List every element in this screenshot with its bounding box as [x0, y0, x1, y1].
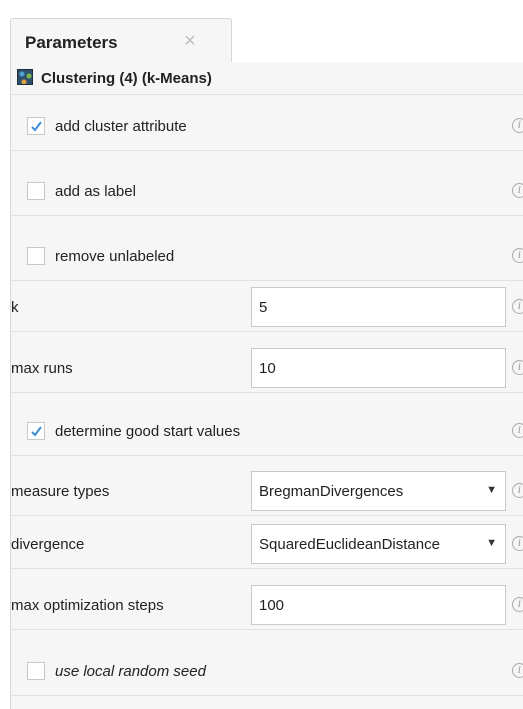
- operator-title: Clustering (4) (k-Means): [41, 70, 212, 87]
- info-icon[interactable]: i: [512, 183, 523, 199]
- add-cluster-attribute-label: add cluster attribute: [55, 118, 187, 135]
- info-icon[interactable]: i: [512, 360, 523, 376]
- chevron-down-icon: ▼: [486, 537, 497, 549]
- k-input[interactable]: 5: [251, 287, 506, 327]
- max-runs-label: max runs: [11, 360, 73, 377]
- info-icon[interactable]: i: [512, 248, 523, 264]
- param-row-add-cluster-attribute: add cluster attribute i: [11, 103, 523, 151]
- measure-types-select[interactable]: BregmanDivergences ▼: [251, 471, 506, 511]
- param-row-determine-good-start-values: determine good start values i: [11, 408, 523, 456]
- info-icon[interactable]: i: [512, 663, 523, 679]
- info-icon[interactable]: i: [512, 423, 523, 439]
- remove-unlabeled-label: remove unlabeled: [55, 248, 175, 265]
- info-icon[interactable]: i: [512, 597, 523, 613]
- param-row-use-local-random-seed: use local random seed i: [11, 648, 523, 696]
- determine-good-start-values-label: determine good start values: [55, 423, 241, 440]
- param-row-remove-unlabeled: remove unlabeled i: [11, 233, 523, 281]
- use-local-random-seed-checkbox[interactable]: [27, 662, 45, 680]
- divergence-label: divergence: [11, 536, 85, 553]
- param-row-k: k 5 i: [11, 284, 523, 332]
- checkmark-icon: [30, 120, 42, 132]
- param-row-divergence: divergence SquaredEuclideanDistance ▼ i: [11, 521, 523, 569]
- operator-header: Clustering (4) (k-Means): [11, 62, 523, 95]
- add-as-label-checkbox[interactable]: [27, 182, 45, 200]
- checkmark-icon: [30, 425, 42, 437]
- chevron-down-icon: ▼: [486, 484, 497, 496]
- clustering-operator-icon: [17, 69, 33, 85]
- use-local-random-seed-label: use local random seed: [55, 663, 206, 680]
- measure-types-label: measure types: [11, 483, 110, 500]
- max-optimization-steps-label: max optimization steps: [11, 597, 164, 614]
- param-row-max-runs: max runs 10 i: [11, 345, 523, 393]
- divergence-value: SquaredEuclideanDistance: [259, 536, 440, 553]
- max-runs-input[interactable]: 10: [251, 348, 506, 388]
- info-icon[interactable]: i: [512, 483, 523, 499]
- add-as-label-label: add as label: [55, 183, 136, 200]
- param-row-add-as-label: add as label i: [11, 168, 523, 216]
- tab-title: Parameters: [25, 33, 118, 52]
- param-row-max-optimization-steps: max optimization steps 100 i: [11, 582, 523, 630]
- parameters-panel: Clustering (4) (k-Means) add cluster att…: [10, 62, 523, 709]
- close-icon[interactable]: ×: [184, 30, 196, 53]
- k-label: k: [11, 299, 19, 316]
- remove-unlabeled-checkbox[interactable]: [27, 247, 45, 265]
- info-icon[interactable]: i: [512, 536, 523, 552]
- info-icon[interactable]: i: [512, 118, 523, 134]
- tab-parameters[interactable]: Parameters ×: [10, 18, 232, 62]
- param-row-measure-types: measure types BregmanDivergences ▼ i: [11, 468, 523, 516]
- divergence-select[interactable]: SquaredEuclideanDistance ▼: [251, 524, 506, 564]
- tab-bar: Parameters ×: [0, 0, 523, 62]
- max-optimization-steps-input[interactable]: 100: [251, 585, 506, 625]
- measure-types-value: BregmanDivergences: [259, 483, 404, 500]
- determine-good-start-values-checkbox[interactable]: [27, 422, 45, 440]
- info-icon[interactable]: i: [512, 299, 523, 315]
- add-cluster-attribute-checkbox[interactable]: [27, 117, 45, 135]
